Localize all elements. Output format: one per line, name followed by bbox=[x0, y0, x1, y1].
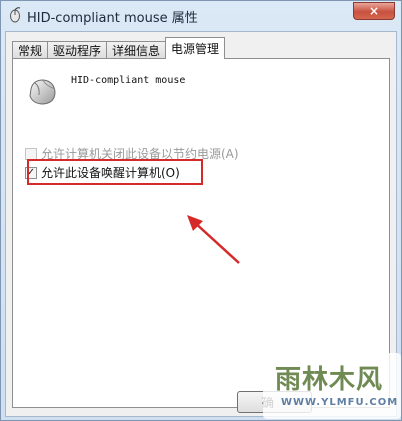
watermark: 雨林木风 WWW.YLMFU.COM bbox=[263, 353, 401, 419]
tab-general[interactable]: 常规 bbox=[12, 41, 49, 59]
watermark-url: WWW.YLMFU.COM bbox=[281, 397, 399, 408]
highlight-box bbox=[27, 159, 203, 185]
properties-window: HID-compliant mouse 属性 × 常规 驱动程序 详细信息 电源… bbox=[0, 0, 402, 421]
tab-power-management[interactable]: 电源管理 bbox=[165, 37, 226, 59]
close-button[interactable]: × bbox=[353, 2, 395, 20]
mouse-icon bbox=[10, 7, 21, 23]
watermark-title: 雨林木风 bbox=[275, 365, 384, 395]
close-icon: × bbox=[368, 4, 380, 18]
window-title: HID-compliant mouse 属性 bbox=[27, 11, 198, 26]
title-bar[interactable]: HID-compliant mouse 属性 × bbox=[1, 1, 401, 29]
tab-details[interactable]: 详细信息 bbox=[106, 41, 167, 59]
mouse-icon bbox=[29, 79, 56, 105]
tab-driver[interactable]: 驱动程序 bbox=[47, 41, 108, 59]
device-name: HID-compliant mouse bbox=[71, 75, 186, 86]
tab-strip: 常规 驱动程序 详细信息 电源管理 bbox=[12, 37, 226, 59]
arrow-icon bbox=[187, 215, 240, 264]
allow-power-off-checkbox bbox=[25, 147, 37, 160]
